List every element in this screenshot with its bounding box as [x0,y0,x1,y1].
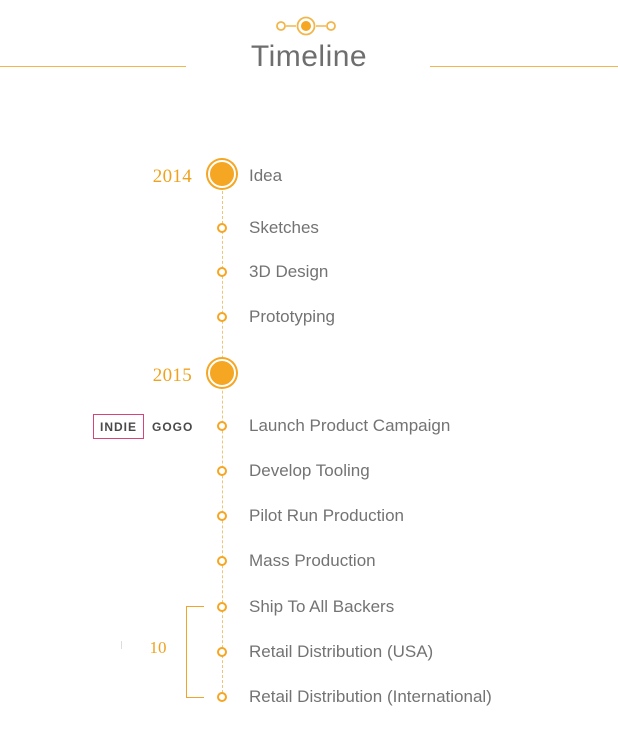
milestone-node [217,312,227,322]
milestone-retail-usa: Retail Distribution (USA) [249,642,434,661]
year-node-2014 [208,160,236,188]
milestone-node [217,511,227,521]
timeline-line [221,186,223,698]
milestone-node [217,692,227,702]
milestone-retail-international: Retail Distribution (International) [249,687,492,706]
milestone-mass-production: Mass Production [249,551,376,570]
milestone-3d-design: 3D Design [249,262,329,281]
indiegogo-logo: INDIE GOGO [93,414,193,439]
milestone-launch-campaign: Launch Product Campaign [249,416,451,435]
timeline-dots-icon [276,16,336,36]
milestone-node [217,466,227,476]
milestone-ship-backers: Ship To All Backers [249,597,395,616]
bracket-tick [121,641,122,649]
milestone-node [217,647,227,657]
milestone-node [217,556,227,566]
milestone-node [217,602,227,612]
milestone-develop-tooling: Develop Tooling [249,461,370,480]
year-label-2015: 2015 [152,365,192,386]
group-bracket [186,606,204,698]
milestone-pilot-run: Pilot Run Production [249,506,404,525]
milestone-node [217,223,227,233]
milestone-idea: Idea [249,166,283,185]
milestone-prototyping: Prototyping [249,307,335,326]
milestone-node [217,267,227,277]
bracket-count: 10 [149,638,167,657]
page-title: Timeline [250,40,368,73]
year-node-2015 [208,359,236,387]
logo-indie-text: INDIE [93,414,144,439]
year-label-2014: 2014 [152,166,192,187]
logo-gogo-text: GOGO [152,419,194,434]
milestone-node [217,421,227,431]
milestone-sketches: Sketches [249,218,319,237]
